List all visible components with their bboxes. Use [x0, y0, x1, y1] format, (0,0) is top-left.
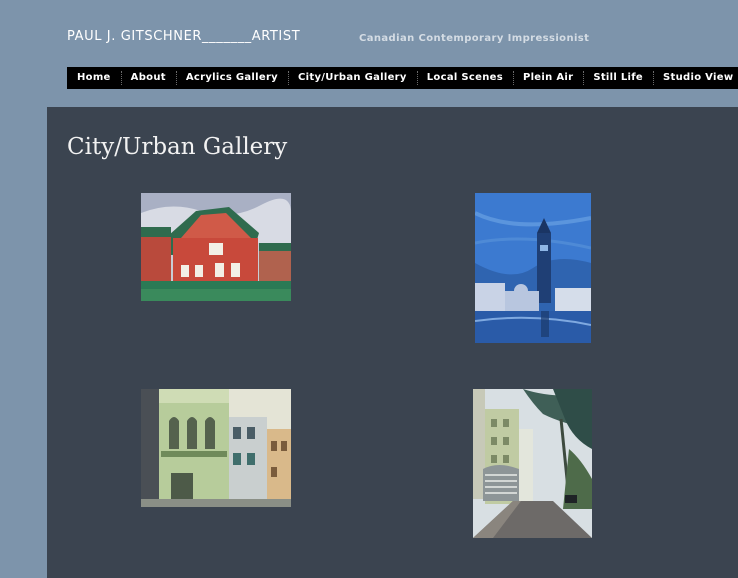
gallery-thumbnail-tree-street[interactable]: [473, 389, 592, 538]
page-title: City/Urban Gallery: [67, 134, 288, 160]
site-tagline: Canadian Contemporary Impressionist: [359, 33, 590, 44]
gallery-thumbnail-red-barn[interactable]: [141, 193, 291, 301]
nav-item-studio-view[interactable]: Studio View: [653, 67, 738, 89]
nav-item-acrylics-gallery[interactable]: Acrylics Gallery: [175, 67, 288, 89]
nav-item-still-life[interactable]: Still Life: [583, 67, 653, 89]
gallery-content: City/Urban Gallery: [47, 107, 738, 578]
main-nav: Home About Acrylics Gallery City/Urban G…: [67, 67, 738, 89]
nav-item-local-scenes[interactable]: Local Scenes: [416, 67, 513, 89]
nav-item-about[interactable]: About: [120, 67, 176, 89]
nav-item-city-urban-gallery[interactable]: City/Urban Gallery: [288, 67, 417, 89]
nav-item-home[interactable]: Home: [67, 67, 121, 89]
gallery-thumbnail-green-buildings[interactable]: [141, 389, 291, 507]
site-title[interactable]: PAUL J. GITSCHNER_______ARTIST: [67, 29, 300, 44]
gallery-thumbnail-clock-tower[interactable]: [475, 193, 591, 343]
nav-item-plein-air[interactable]: Plein Air: [512, 67, 583, 89]
